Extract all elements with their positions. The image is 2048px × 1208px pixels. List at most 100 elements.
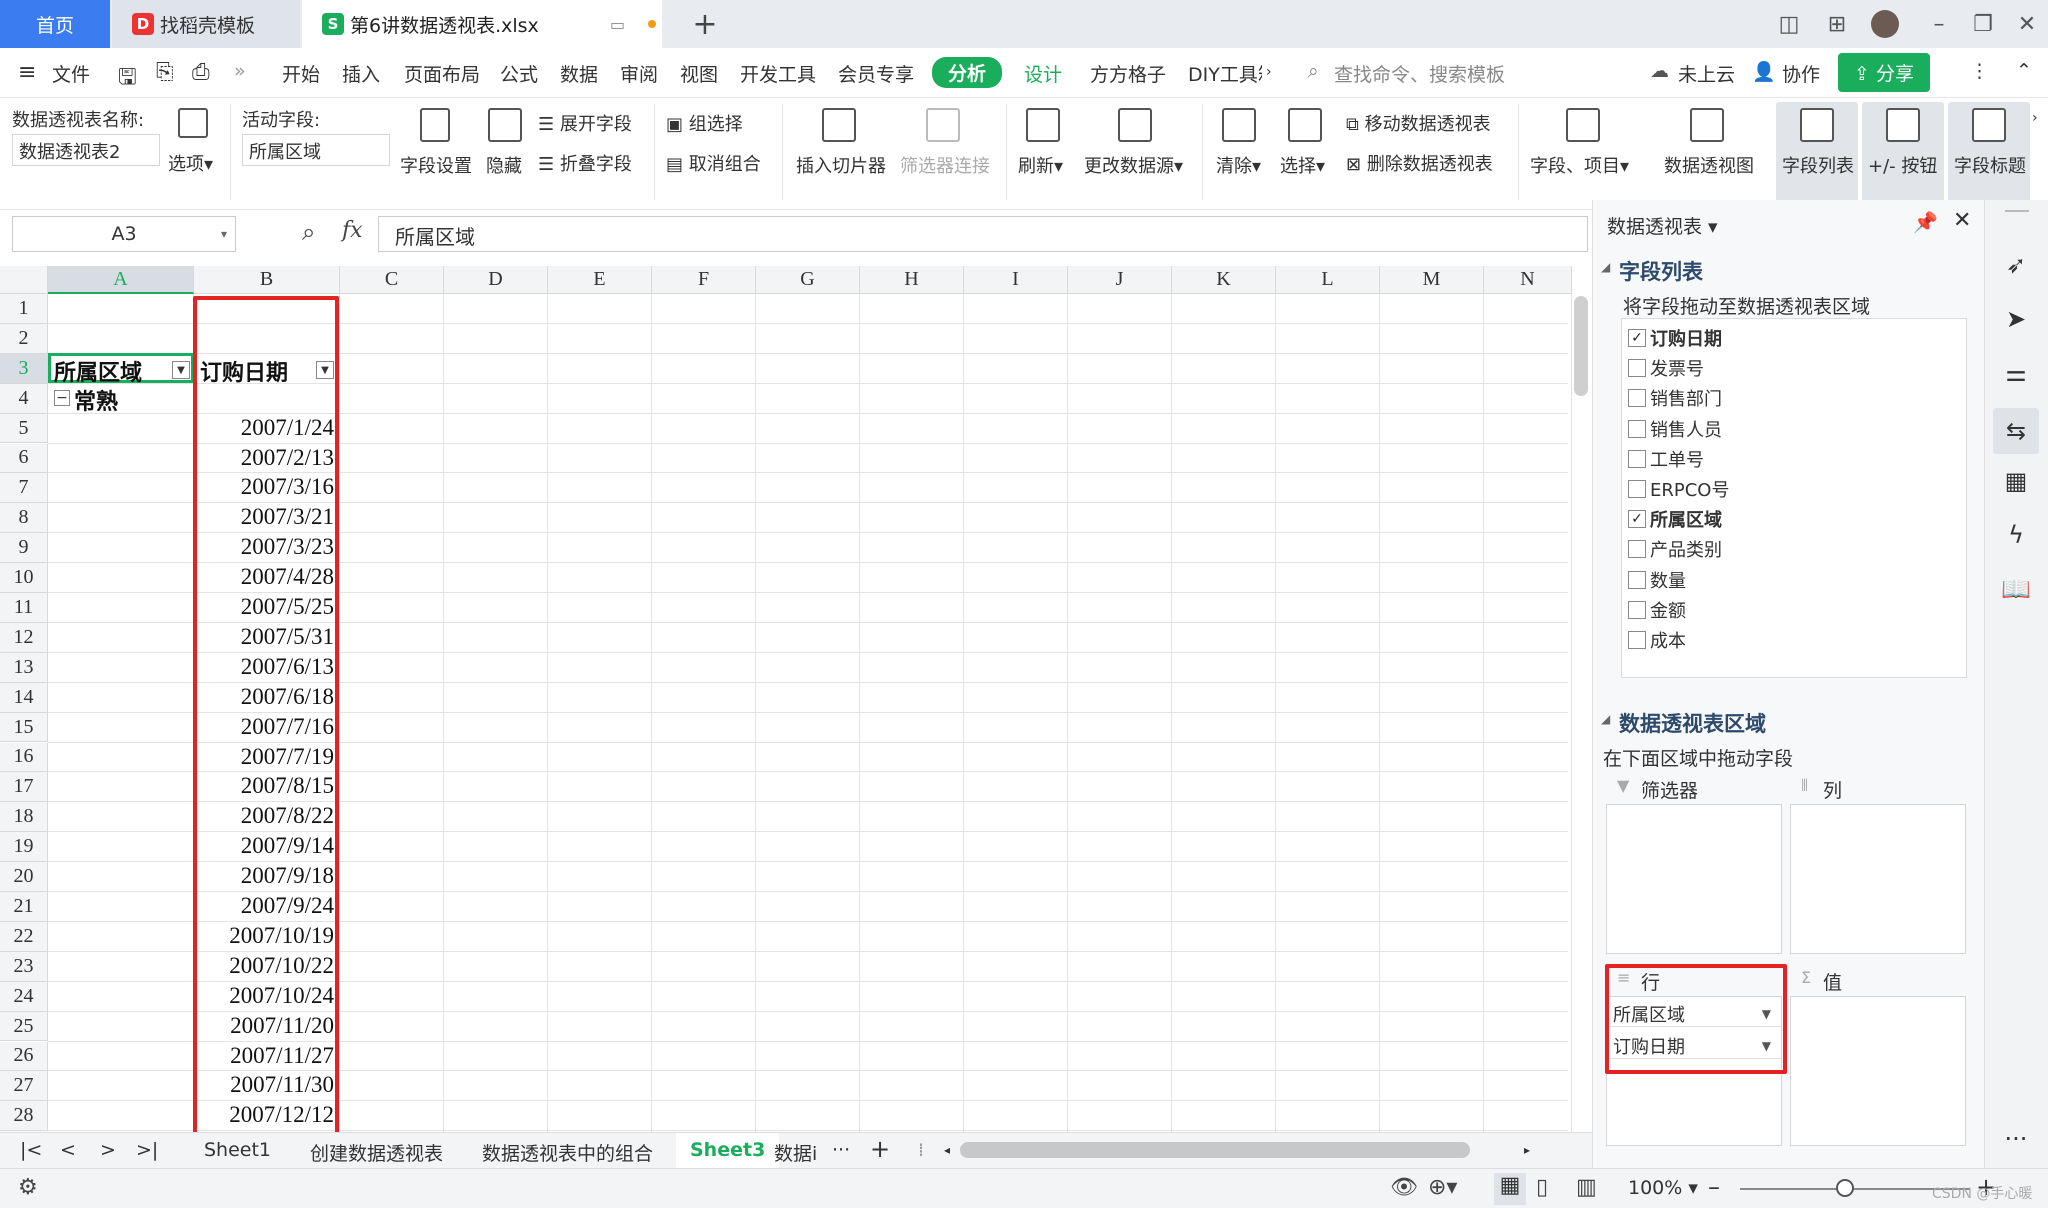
menu-insert[interactable]: 插入 [342,60,380,87]
screen-icon[interactable]: ▭ [610,15,625,34]
prev-sheet-icon[interactable]: < [60,1139,76,1161]
field-checkbox[interactable]: ✓ [1628,329,1646,347]
pin-icon[interactable]: 📌 [1913,210,1938,234]
zoom-formula-icon[interactable]: ⌕ [302,218,315,246]
apps-grid-icon[interactable]: ⊞ [1820,8,1854,40]
row-header-17[interactable]: 17 [0,772,48,803]
row-header-22[interactable]: 22 [0,921,48,952]
eye-protection-icon[interactable]: 👁 [1390,1175,1418,1200]
ungroup-button[interactable]: ▤ 取消组合 [666,150,761,176]
fields-items-button[interactable]: 字段、项目▾ [1530,152,1629,178]
menu-diy-tools[interactable]: DIY工具箱 [1188,60,1262,87]
options-button[interactable]: 选项▾ [168,150,213,176]
row-header-10[interactable]: 10 [0,563,48,593]
command-search-input[interactable]: 查找命令、搜索模板 [1334,60,1505,87]
row-header-19[interactable]: 19 [0,832,48,863]
row-header-9[interactable]: 9 [0,533,48,564]
cloud-status[interactable]: 未上云 [1678,60,1735,87]
row-header-5[interactable]: 5 [0,413,48,444]
close-window-icon[interactable]: ✕ [2010,8,2044,40]
field-item[interactable]: ERPCO号 [1628,476,1729,502]
row-header-14[interactable]: 14 [0,682,48,713]
row-header-23[interactable]: 23 [0,951,48,982]
column-header-i[interactable]: I [964,266,1068,294]
vertical-scroll-thumb[interactable] [1574,296,1588,396]
tab-workbook[interactable]: S 第6讲数据透视表.xlsx ▭ [302,0,662,48]
more-options-icon[interactable]: ⋮ [1970,60,1989,82]
active-field-input[interactable]: 所属区域 [242,134,390,166]
row-header-8[interactable]: 8 [0,503,48,534]
columns-drop-zone[interactable] [1790,804,1966,954]
close-panel-icon[interactable]: ✕ [1953,208,1971,233]
row-header-13[interactable]: 13 [0,652,48,683]
column-header-n[interactable]: N [1484,266,1572,294]
pivot-name-input[interactable]: 数据透视表2 [12,134,160,166]
splitter-icon[interactable]: ⁞ [918,1139,924,1161]
tab-home[interactable]: 首页 [0,0,110,48]
field-item[interactable]: 销售人员 [1628,416,1722,442]
menu-design[interactable]: 设计 [1024,60,1062,87]
field-checkbox[interactable] [1628,540,1646,559]
column-header-b[interactable]: B [194,266,340,294]
field-item[interactable]: 销售部门 [1628,385,1722,411]
hide-button[interactable]: 隐藏 [486,152,522,178]
rocket-icon[interactable]: ➶ [2001,250,2031,280]
sheet-tab-data[interactable]: 数据i [774,1139,818,1166]
select-all-corner[interactable] [0,266,48,294]
zoom-out-icon[interactable]: – [1708,1173,1720,1201]
sliders-icon[interactable]: ⚌ [2001,358,2031,388]
share-button[interactable]: ⇪ 分享 [1838,53,1930,92]
sheet-tab-sheet1[interactable]: Sheet1 [204,1139,271,1161]
section-collapse-icon[interactable]: ◢ [1601,712,1610,726]
page-layout-view-icon[interactable]: ▯ [1536,1175,1548,1200]
menu-page-layout[interactable]: 页面布局 [404,60,480,87]
menu-fangfang[interactable]: 方方格子 [1090,60,1166,87]
first-sheet-icon[interactable]: |< [20,1139,42,1161]
column-header-m[interactable]: M [1380,266,1484,294]
collapse-ribbon-icon[interactable]: ⌃ [2016,60,2032,82]
ribbon-scroll-right-icon[interactable]: › [2032,110,2038,126]
row-header-18[interactable]: 18 [0,802,48,833]
column-header-e[interactable]: E [548,266,652,294]
row-field-filter-dropdown-icon[interactable]: ▼ [172,361,190,379]
field-checkbox[interactable] [1628,419,1646,438]
field-checkbox[interactable]: ✓ [1628,510,1646,529]
row-header-1[interactable]: 1 [0,294,48,324]
normal-view-icon[interactable]: ▦ [1494,1173,1526,1205]
field-item[interactable]: 金额 [1628,597,1686,623]
column-header-l[interactable]: L [1276,266,1380,294]
row-header-15[interactable]: 15 [0,712,48,743]
field-checkbox[interactable] [1628,570,1646,589]
row-header-7[interactable]: 7 [0,473,48,504]
field-checkbox[interactable] [1628,600,1646,619]
row-header-24[interactable]: 24 [0,981,48,1012]
row-header-28[interactable]: 28 [0,1101,48,1132]
pivot-chart-button[interactable]: 数据透视图 [1664,152,1754,178]
chevron-down-icon[interactable]: ▾ [221,227,227,241]
field-item[interactable]: 工单号 [1628,446,1704,472]
restore-icon[interactable]: ❐ [1966,8,2000,40]
menu-member[interactable]: 会员专享 [838,60,914,87]
new-tab-button[interactable]: + [680,0,730,48]
menu-file[interactable]: 文件 [52,60,90,87]
menu-scroll-right-icon[interactable]: › [1266,64,1272,80]
field-checkbox[interactable] [1628,631,1646,649]
scroll-right-icon[interactable]: ▸ [1524,1143,1530,1157]
lightning-icon[interactable]: ϟ [2001,520,2031,550]
row-header-21[interactable]: 21 [0,892,48,922]
macro-icon[interactable]: ⚙ [18,1175,38,1200]
row-header-2[interactable]: 2 [0,323,48,354]
filter-drop-zone[interactable] [1606,804,1782,954]
field-item[interactable]: ✓ 订购日期 [1628,325,1722,351]
values-drop-zone[interactable] [1790,996,1966,1146]
more-quick-icon[interactable]: » [234,60,246,82]
search-icon[interactable]: ⌕ [1308,60,1319,82]
row-header-16[interactable]: 16 [0,742,48,773]
pivot-panel-icon[interactable]: ⇆ [1993,408,2039,454]
page-break-view-icon[interactable]: ▥ [1576,1175,1597,1200]
insert-slicer-button[interactable]: 插入切片器 [796,152,886,178]
book-icon[interactable]: 📖 [2001,574,2031,604]
formula-input[interactable]: 所属区域 [378,216,1588,252]
field-checkbox[interactable] [1628,389,1646,408]
change-source-button[interactable]: 更改数据源▾ [1084,152,1183,178]
